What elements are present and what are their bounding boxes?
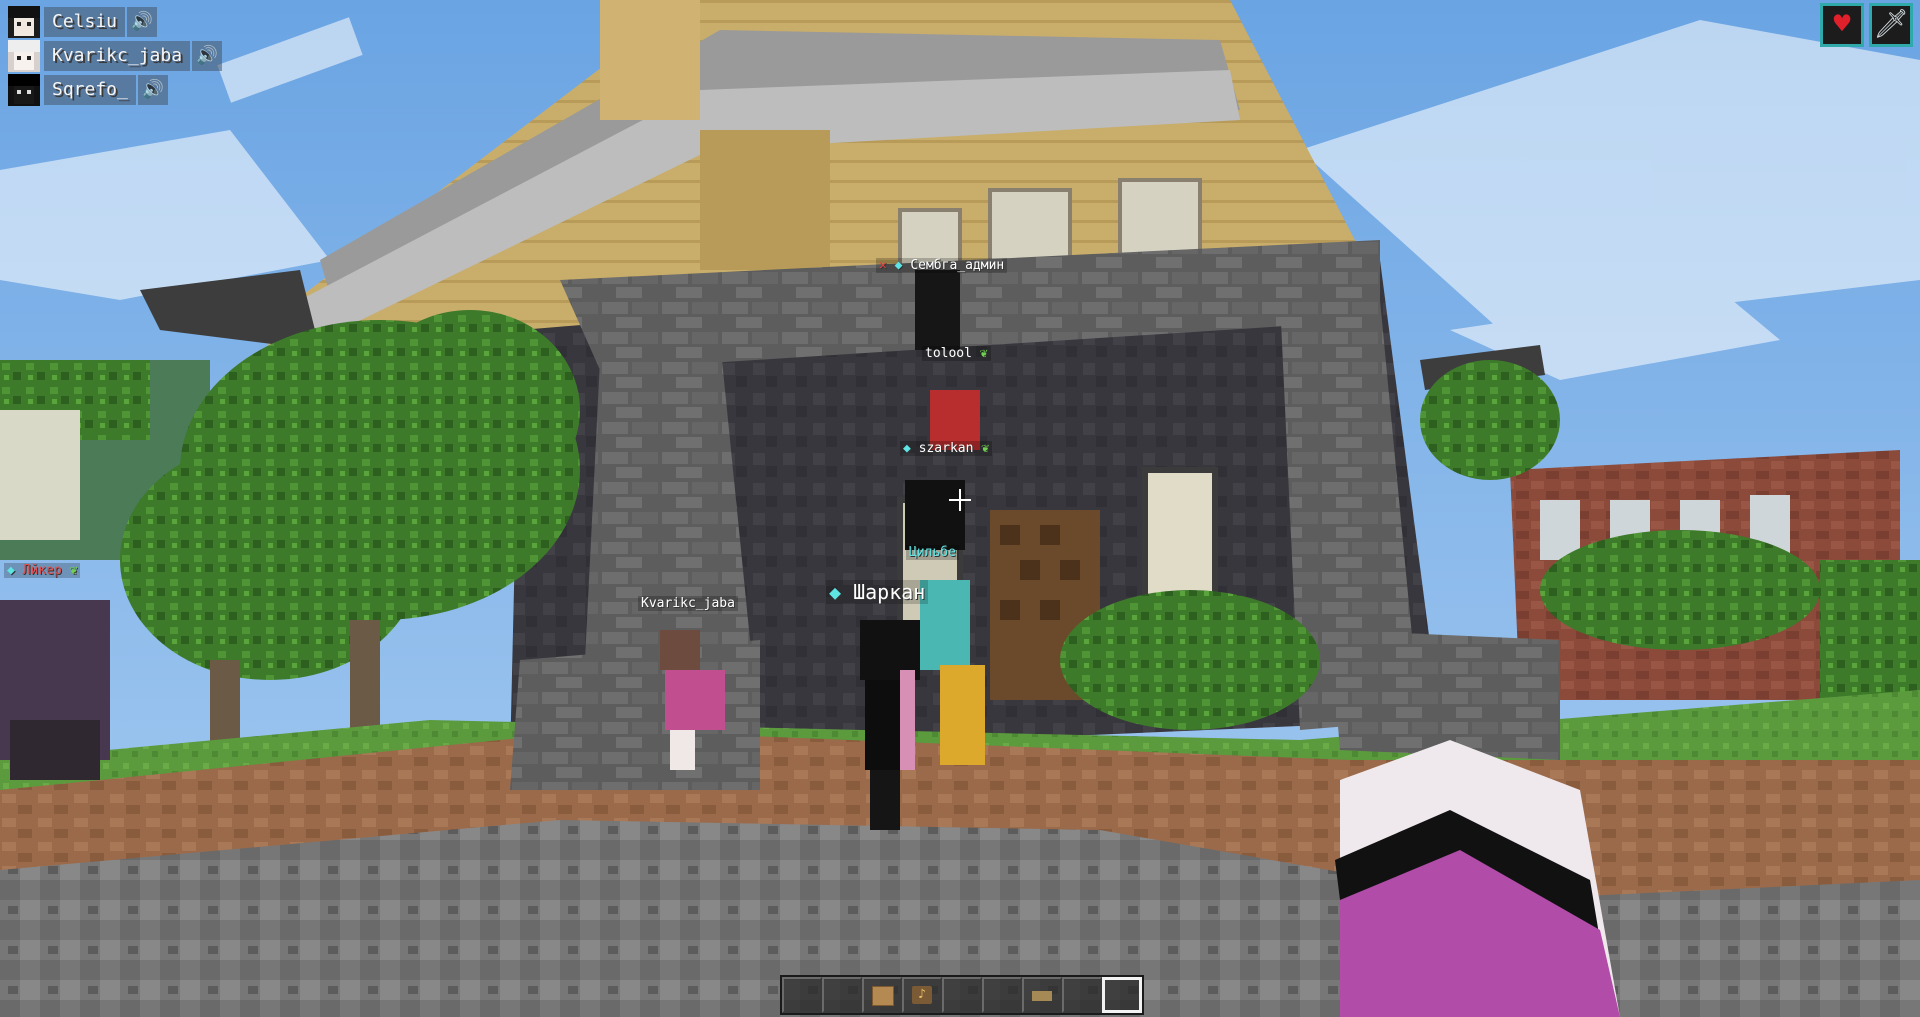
player-avatar [8,6,40,38]
voice-player-row: Kvarikc_jaba 🔊 [8,40,223,72]
nametag-szarkan: ◆ szarkan ❦ [900,441,993,456]
crosshair [949,489,971,511]
hotbar-slot-8[interactable] [1062,977,1102,1013]
cross-icon: ✕ [879,258,887,273]
heart-icon: ♥ [1820,3,1864,47]
diamond-icon: ◆ [7,563,15,578]
nametag-liker: ◆ Лйкер ❦ [4,563,81,578]
hotbar-slot-4[interactable]: ♪ [902,977,942,1013]
speaker-icon: 🔊 [127,7,158,37]
leaf-icon: ❦ [981,441,990,456]
hotbar-slot-2[interactable] [822,977,862,1013]
nametag-tsilbe: Цильбе [906,545,959,560]
hotbar-slot-3[interactable] [862,977,902,1013]
hotbar-slot-5[interactable] [942,977,982,1013]
nametag-tolool: tolool ❦ [922,346,991,361]
nametag-kvarik: Kvarikc_jaba [638,596,738,611]
voice-chat-player-list: Celsiu 🔊 Kvarikc_jaba 🔊 Sqrefo_ 🔊 [8,6,223,108]
diamond-icon: ◆ [894,258,903,273]
diamond-icon: ◆ [903,441,911,456]
nametag-sharkan: ◆ Шаркан [826,580,929,604]
nametag-admin: ✕ ◆ Сембга_админ [876,258,1008,273]
player-name: Celsiu [44,7,126,37]
voice-player-row: Sqrefo_ 🔊 [8,74,222,106]
sword-icon: 🗡 [1869,3,1913,47]
pressure-plate-icon [1032,991,1052,1001]
leaf-icon: ❦ [69,563,78,578]
hotbar-slot-1[interactable] [782,977,822,1013]
speaker-icon: 🔊 [137,75,168,105]
player-name: Sqrefo_ [44,75,136,105]
speaker-icon: 🔊 [192,41,223,71]
player-name: Kvarikc_jaba [44,41,191,71]
player-avatar [8,40,40,72]
hotbar[interactable]: ♪ [780,975,1144,1015]
hotbar-slot-9-selected[interactable] [1102,977,1142,1013]
leaf-icon: ❦ [979,346,988,361]
player-avatar [8,74,40,106]
diamond-icon: ◆ [829,580,842,604]
oak-planks-icon [872,986,894,1006]
hotbar-slot-6[interactable] [982,977,1022,1013]
hotbar-slot-7[interactable] [1022,977,1062,1013]
music-disc-icon: ♪ [912,986,932,1004]
voice-player-row: Celsiu 🔊 [8,6,222,38]
